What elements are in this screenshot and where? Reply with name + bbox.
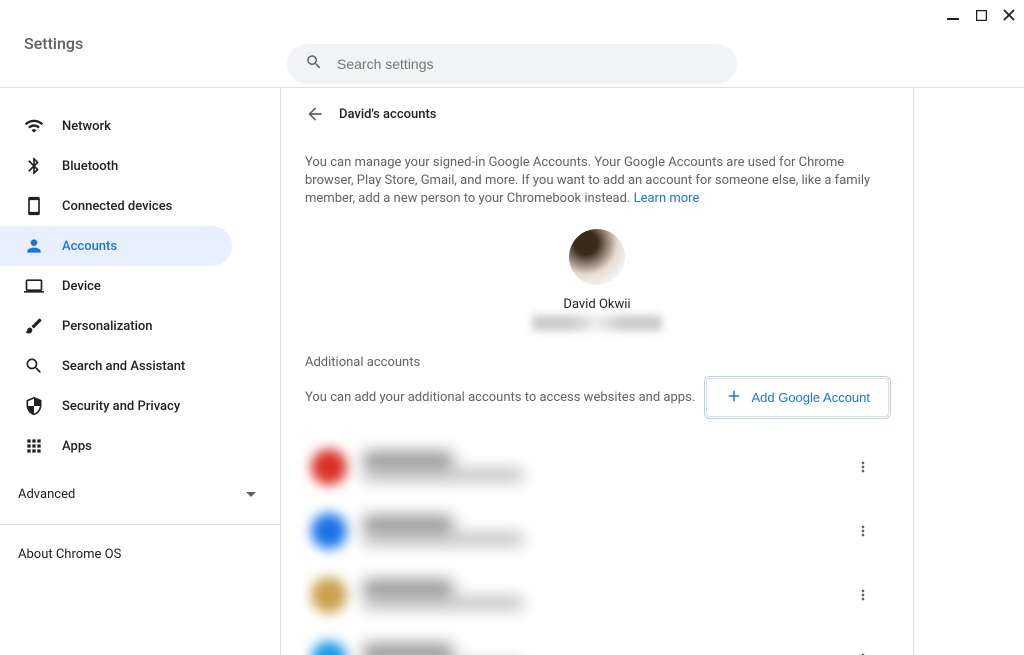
sidebar-item-label: Bluetooth (62, 159, 118, 174)
account-more-button[interactable] (845, 513, 881, 549)
page-title: David's accounts (339, 107, 437, 122)
app-title: Settings (24, 34, 83, 53)
account-avatar (311, 513, 347, 549)
sidebar-item-personalization[interactable]: Personalization (0, 306, 232, 346)
main-content: David's accounts You can manage your sig… (280, 88, 914, 655)
sidebar-about[interactable]: About Chrome OS (0, 535, 280, 574)
sidebar-item-network[interactable]: Network (0, 106, 232, 146)
sidebar-item-label: Search and Assistant (62, 359, 185, 374)
sidebar-item-label: Network (62, 119, 111, 134)
account-row[interactable] (305, 627, 889, 655)
sidebar-item-accounts[interactable]: Accounts (0, 226, 232, 266)
account-info-blurred (363, 517, 845, 544)
more-vert-icon (855, 587, 871, 603)
sidebar-advanced[interactable]: Advanced (0, 474, 280, 514)
account-info-blurred (363, 645, 845, 655)
plus-icon (725, 387, 743, 408)
more-vert-icon (855, 523, 871, 539)
sidebar-item-apps[interactable]: Apps (0, 426, 232, 466)
sidebar-item-label: Apps (62, 439, 92, 454)
search-icon (24, 356, 44, 376)
devices-icon (24, 196, 44, 216)
divider (0, 524, 280, 525)
back-button[interactable] (305, 104, 325, 124)
search-input[interactable] (337, 56, 719, 72)
account-more-button[interactable] (845, 641, 881, 655)
additional-accounts-hint: You can add your additional accounts to … (305, 390, 695, 405)
profile-avatar (569, 229, 625, 285)
sidebar-item-label: Personalization (62, 319, 153, 334)
account-row[interactable] (305, 563, 889, 627)
account-avatar (311, 577, 347, 613)
sidebar-item-security[interactable]: Security and Privacy (0, 386, 232, 426)
sidebar-item-label: Accounts (62, 239, 117, 254)
sidebar-item-label: Connected devices (62, 199, 172, 214)
account-more-button[interactable] (845, 577, 881, 613)
search-icon (305, 53, 323, 75)
person-icon (24, 236, 44, 256)
sidebar-item-bluetooth[interactable]: Bluetooth (0, 146, 232, 186)
sidebar-item-search-assistant[interactable]: Search and Assistant (0, 346, 232, 386)
advanced-label: Advanced (18, 487, 75, 502)
more-vert-icon (855, 651, 871, 655)
sidebar: Network Bluetooth Connected devices Acco… (0, 88, 280, 655)
chevron-down-icon (246, 487, 256, 502)
add-google-account-button[interactable]: Add Google Account (706, 378, 889, 417)
sidebar-item-label: Device (62, 279, 101, 294)
account-list (305, 435, 889, 655)
bluetooth-icon (24, 156, 44, 176)
shield-icon (24, 396, 44, 416)
brush-icon (24, 316, 44, 336)
sidebar-item-label: Security and Privacy (62, 399, 180, 414)
account-row[interactable] (305, 499, 889, 563)
more-vert-icon (855, 459, 871, 475)
additional-accounts-label: Additional accounts (305, 355, 889, 370)
sidebar-item-connected-devices[interactable]: Connected devices (0, 186, 232, 226)
account-more-button[interactable] (845, 449, 881, 485)
laptop-icon (24, 276, 44, 296)
profile-name: David Okwii (563, 297, 630, 312)
account-info-blurred (363, 581, 845, 608)
wifi-icon (24, 116, 44, 136)
sidebar-item-device[interactable]: Device (0, 266, 232, 306)
account-info-blurred (363, 453, 845, 480)
account-row[interactable] (305, 435, 889, 499)
learn-more-link[interactable]: Learn more (634, 191, 700, 206)
search-box[interactable] (287, 44, 737, 84)
apps-icon (24, 436, 44, 456)
page-description: You can manage your signed-in Google Acc… (305, 154, 889, 209)
profile-email-blurred (532, 315, 662, 331)
account-avatar (311, 449, 347, 485)
account-avatar (311, 641, 347, 655)
